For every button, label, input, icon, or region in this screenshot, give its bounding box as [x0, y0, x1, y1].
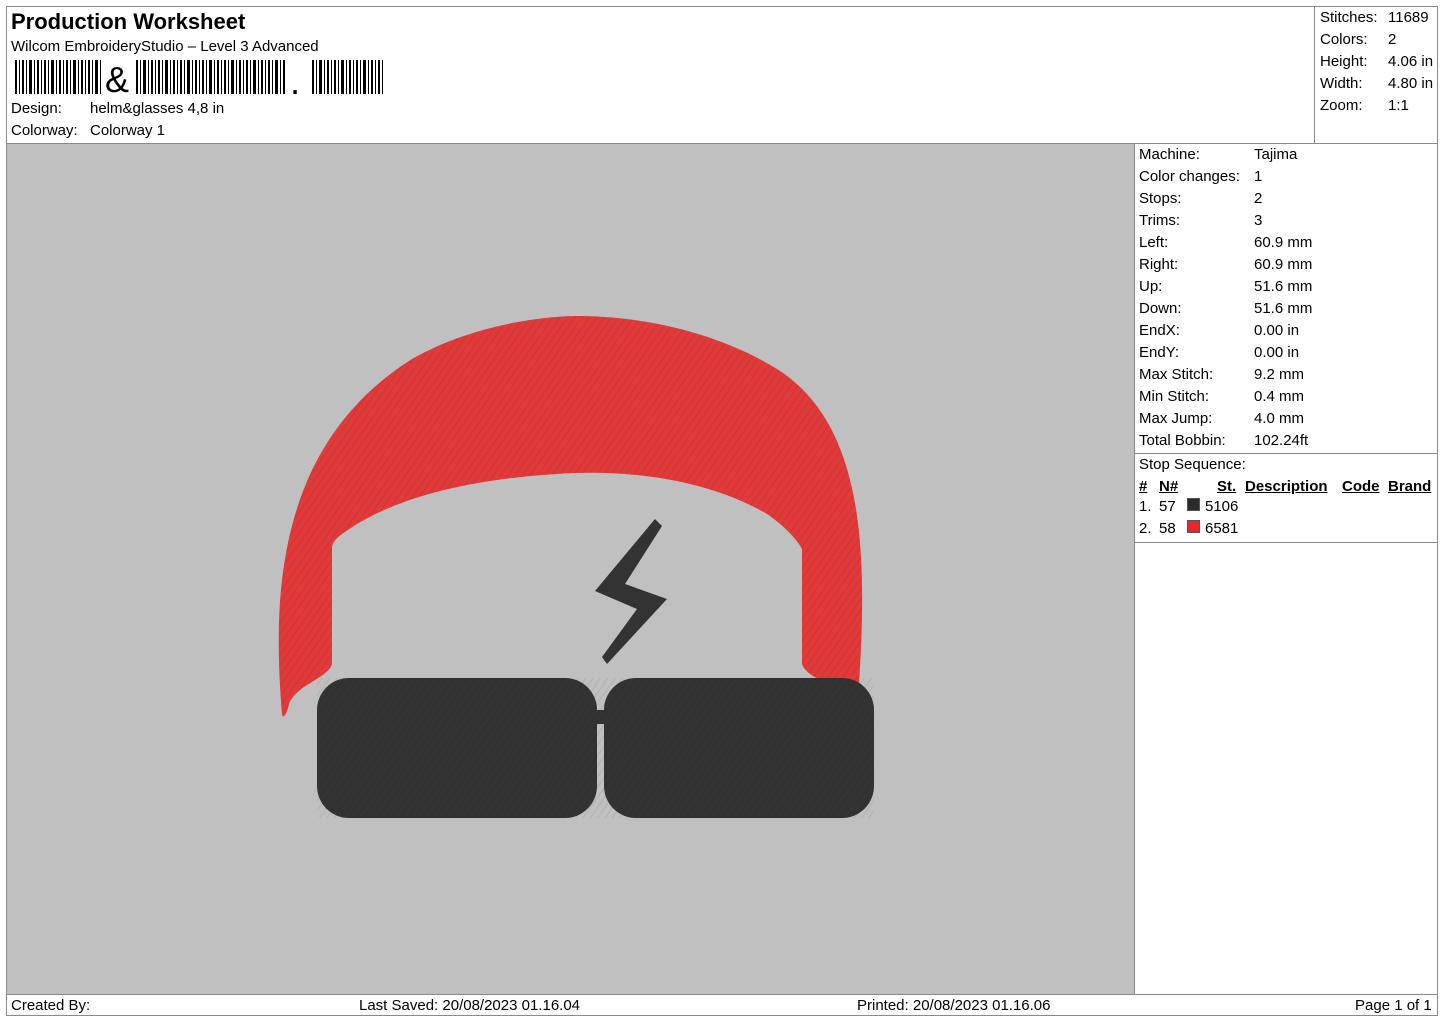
- design-stats: Stitches: 11689 Colors: 2 Height: 4.06 in W…: [1314, 7, 1438, 143]
- printed-date: Printed: 20/08/2023 01.16.06: [857, 997, 1051, 1014]
- design-label: Design:: [11, 100, 62, 117]
- created-by: Created By:: [11, 997, 91, 1014]
- row-stitches: 5106: [1205, 498, 1239, 515]
- column-header-brand: Brand: [1388, 478, 1432, 495]
- row-index: 2.: [1139, 520, 1152, 537]
- table-row: 1. 57 5106: [1139, 498, 1435, 518]
- embroidery-design: [278, 316, 874, 818]
- column-header-n: N#: [1159, 478, 1179, 495]
- info-trims: Trims: 3: [1139, 212, 1263, 229]
- software-name: Wilcom EmbroideryStudio – Level 3 Advanc…: [11, 38, 319, 55]
- stat-stitches: Stitches: 11689: [1320, 9, 1429, 26]
- last-saved: Last Saved: 20/08/2023 01.16.04: [359, 997, 581, 1014]
- color-swatch: [1187, 498, 1200, 511]
- info-left: Left: 60.9 mm: [1139, 234, 1313, 251]
- info-endy: EndY: 0.00 in: [1139, 344, 1300, 361]
- info-max-jump: Max Jump: 4.0 mm: [1139, 410, 1305, 427]
- row-index: 1.: [1139, 498, 1152, 515]
- stat-colors: Colors: 2: [1320, 31, 1397, 48]
- info-max-stitch: Max Stitch: 9.2 mm: [1139, 366, 1305, 383]
- info-up: Up: 51.6 mm: [1139, 278, 1313, 295]
- stop-sequence-title: Stop Sequence:: [1139, 456, 1246, 473]
- colorway-label: Colorway:: [11, 122, 78, 139]
- page-title: Production Worksheet: [11, 9, 246, 34]
- design-row: Design: helm&glasses 4,8 in: [11, 100, 224, 117]
- column-header-code: Code: [1342, 478, 1380, 495]
- info-right: Right: 60.9 mm: [1139, 256, 1313, 273]
- machine-info-panel: Machine: Tajima Color changes: 1 Stops: 2 T…: [1135, 144, 1437, 994]
- info-down: Down: 51.6 mm: [1139, 300, 1313, 317]
- info-endx: EndX: 0.00 in: [1139, 322, 1300, 339]
- lightning-bolt-shape: [595, 519, 667, 664]
- page-number: Page 1 of 1: [1355, 997, 1432, 1014]
- color-swatch: [1187, 520, 1200, 533]
- design-value: helm&glasses 4,8 in: [90, 100, 225, 117]
- column-header-description: Description: [1245, 478, 1328, 495]
- info-machine: Machine: Tajima: [1139, 146, 1298, 163]
- row-needle: 58: [1159, 520, 1176, 537]
- info-total-bobbin: Total Bobbin: 102.24ft: [1139, 432, 1309, 449]
- stat-zoom: Zoom: 1:1: [1320, 97, 1409, 114]
- colorway-value: Colorway 1: [90, 122, 166, 139]
- barcode-image: & ,: [15, 60, 383, 94]
- column-header-index: #: [1139, 478, 1148, 495]
- row-needle: 57: [1159, 498, 1176, 515]
- svg-text:,: ,: [290, 61, 300, 94]
- column-header-st: St.: [1217, 478, 1237, 495]
- info-min-stitch: Min Stitch: 0.4 mm: [1139, 388, 1305, 405]
- table-row: 2. 58 6581: [1139, 520, 1435, 540]
- production-worksheet: Production Worksheet Wilcom EmbroiderySt…: [6, 6, 1438, 1016]
- panel-divider: [1135, 453, 1437, 454]
- colorway-row: Colorway: Colorway 1: [11, 122, 165, 139]
- info-stops: Stops: 2: [1139, 190, 1263, 207]
- worksheet-header: Production Worksheet Wilcom EmbroiderySt…: [7, 7, 1313, 143]
- stat-height: Height: 4.06 in: [1320, 53, 1434, 70]
- worksheet-footer: Created By: Last Saved: 20/08/2023 01.16…: [7, 994, 1437, 1016]
- design-preview: [7, 144, 1135, 994]
- stat-width: Width: 4.80 in: [1320, 75, 1434, 92]
- panel-divider: [1135, 542, 1437, 543]
- info-color-changes: Color changes: 1: [1139, 168, 1263, 185]
- svg-text:&: &: [105, 60, 129, 94]
- row-stitches: 6581: [1205, 520, 1239, 537]
